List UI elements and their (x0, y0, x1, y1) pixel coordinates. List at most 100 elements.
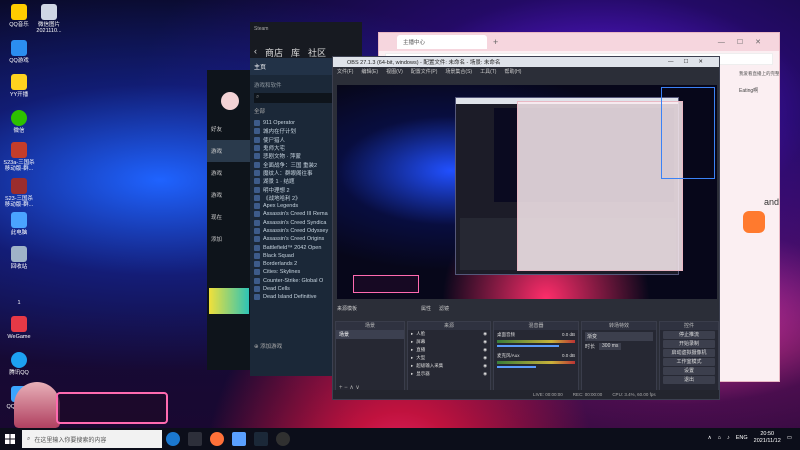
game-icon (254, 286, 260, 293)
game-icon (254, 244, 260, 251)
obs-icon[interactable] (276, 432, 290, 446)
steam-menu[interactable]: Steam (254, 26, 358, 32)
desktop-icon-1[interactable]: 1 (2, 282, 36, 306)
control-button[interactable]: 退出 (663, 376, 715, 384)
steam-sidebar-item[interactable]: 添加 (207, 228, 253, 250)
start-button[interactable] (0, 428, 20, 450)
qq-music-icon (11, 4, 27, 20)
control-button[interactable]: 设置 (663, 367, 715, 375)
scenes-dock: 场景 场景 + − ∧ ∨ (335, 321, 405, 393)
obs-titlebar: OBS 27.1.3 (64-bit, windows) - 配置文件: 未命名… (333, 57, 719, 67)
steam-sidebar-item[interactable]: 游戏 (207, 140, 253, 162)
desktop-icon-this-pc[interactable]: 此电脑 (2, 212, 36, 236)
game-icon (254, 178, 260, 185)
obs-menu-item[interactable]: 编辑(E) (361, 68, 378, 75)
desktop-icon-wegame[interactable]: WeGame (2, 316, 36, 340)
browser-right-text: andX (764, 197, 780, 207)
obs-window: OBS 27.1.3 (64-bit, windows) - 配置文件: 未命名… (332, 56, 720, 400)
edge-icon[interactable] (166, 432, 180, 446)
firefox-icon[interactable] (210, 432, 224, 446)
game-banner (209, 288, 249, 314)
browser-tab[interactable]: 主播中心 (397, 35, 487, 49)
preview-selection-box[interactable] (661, 87, 715, 179)
obs-menu-item[interactable]: 工具(T) (480, 68, 496, 75)
nav-library[interactable]: 库 (291, 46, 300, 59)
desktop-icon-qq-music[interactable]: QQ音乐 (2, 4, 36, 28)
transitions-dock: 转场特效 渐变 时长 300 ms (581, 321, 657, 393)
desktop-icon-qq[interactable]: 腾讯QQ (2, 352, 36, 376)
computer-icon (11, 212, 27, 228)
volume-icon[interactable]: ♪ (727, 435, 730, 441)
tray-arrow-icon[interactable]: ∧ (708, 435, 712, 441)
window-controls: —☐✕ (717, 39, 773, 46)
properties-button[interactable]: 属性 (421, 305, 431, 312)
mixer-track: 桌面音频 0.0 dB (494, 330, 578, 349)
desktop-icon-wechat-image[interactable]: 微信图片 2021110... (32, 4, 66, 34)
scene-item[interactable]: 场景 (336, 330, 404, 339)
volume-slider[interactable] (497, 345, 560, 347)
input-language[interactable]: ENG (736, 435, 748, 441)
mixer-dock: 混音器 桌面音频 0.0 dB 麦克风/Aux 0.0 dB (493, 321, 579, 393)
transition-select[interactable]: 渐变 (585, 332, 653, 341)
duration-input[interactable]: 300 ms (599, 343, 622, 350)
steam-sidebar-item[interactable]: 游戏 (207, 162, 253, 184)
nav-store[interactable]: 商店 (265, 46, 283, 59)
visibility-icon[interactable]: ◉ (483, 355, 487, 361)
notification-icon[interactable]: ▭ (787, 435, 792, 441)
taskbar-search[interactable]: ⌕ 在这里输入你要搜索的内容 (22, 430, 162, 448)
filters-button[interactable]: 滤镜 (439, 305, 449, 312)
control-button[interactable]: 启动虚拟摄像机 (663, 349, 715, 357)
obs-menu-item[interactable]: 视图(V) (386, 68, 403, 75)
task-view-icon[interactable] (188, 432, 202, 446)
obs-preview[interactable] (337, 85, 717, 299)
visibility-icon[interactable]: ◉ (483, 347, 487, 353)
source-item[interactable]: ▸ 人脸 ◉ (408, 330, 490, 338)
visibility-icon[interactable]: ◉ (483, 331, 487, 337)
desktop-icon-yy[interactable]: YY开播 (2, 74, 36, 98)
visibility-icon[interactable]: ◉ (483, 363, 487, 369)
steam-add-game[interactable]: ⊕ 添加游戏 (254, 342, 282, 350)
source-type-icon: ▸ (411, 363, 414, 368)
control-button[interactable]: 开始录制 (663, 340, 715, 348)
obs-menu-item[interactable]: 帮助(H) (504, 68, 521, 75)
visibility-icon[interactable]: ◉ (483, 371, 487, 377)
qq-icon (11, 352, 27, 368)
desktop-icon-recycle-bin[interactable]: 回收站 (2, 246, 36, 270)
source-item[interactable]: ▸ 显示器 ◉ (408, 370, 490, 378)
desktop-icon-sgs[interactable]: S23-三国杀 移动版-群... (2, 178, 36, 208)
volume-slider[interactable] (497, 366, 536, 368)
game-icon (254, 277, 260, 284)
steam-sidebar-item[interactable]: 好友 (207, 118, 253, 140)
obs-menu-item[interactable]: 场景集合(S) (445, 68, 472, 75)
game-icon (254, 145, 260, 152)
visibility-icon[interactable]: ◉ (483, 339, 487, 345)
source-item[interactable]: ▸ 大型 ◉ (408, 354, 490, 362)
desktop-icon-sgs-a[interactable]: S23a-三国杀 移动版-群... (2, 142, 36, 172)
steam-avatar[interactable] (221, 92, 239, 110)
nav-back-icon[interactable]: ‹ (254, 46, 257, 59)
explorer-icon[interactable] (232, 432, 246, 446)
blank-file-icon (11, 282, 27, 298)
desktop-icon-qq-game[interactable]: QQ游戏 (2, 40, 36, 64)
steam-icon[interactable] (254, 432, 268, 446)
obs-menu-item[interactable]: 配置文件(P) (411, 68, 438, 75)
orange-action-button[interactable] (743, 211, 765, 233)
control-button[interactable]: 工作室模式 (663, 358, 715, 366)
steam-sidebar-item[interactable]: 现在 (207, 206, 253, 228)
new-tab-icon[interactable]: + (493, 37, 498, 47)
desktop-icon-wechat[interactable]: 微信 (2, 110, 36, 134)
game-icon (254, 136, 260, 143)
source-item[interactable]: ▸ 超级输入采集 ◉ (408, 362, 490, 370)
source-item[interactable]: ▸ 屏幕 ◉ (408, 338, 490, 346)
nav-community[interactable]: 社区 (308, 46, 326, 59)
obs-window-controls[interactable]: —☐✕ (668, 59, 713, 65)
game-icon (254, 294, 260, 301)
clock[interactable]: 20:50 2021/11/12 (754, 431, 781, 445)
obs-menu-item[interactable]: 文件(F) (337, 68, 353, 75)
source-item[interactable]: ▸ 直播 ◉ (408, 346, 490, 354)
steam-sidebar-item[interactable]: 游戏 (207, 184, 253, 206)
control-button[interactable]: 停止推流 (663, 331, 715, 339)
mixer-track: 麦克风/Aux 0.0 dB (494, 349, 578, 372)
network-icon[interactable]: ⌂ (718, 435, 721, 441)
browser-user[interactable]: Eating啊 (739, 87, 758, 94)
